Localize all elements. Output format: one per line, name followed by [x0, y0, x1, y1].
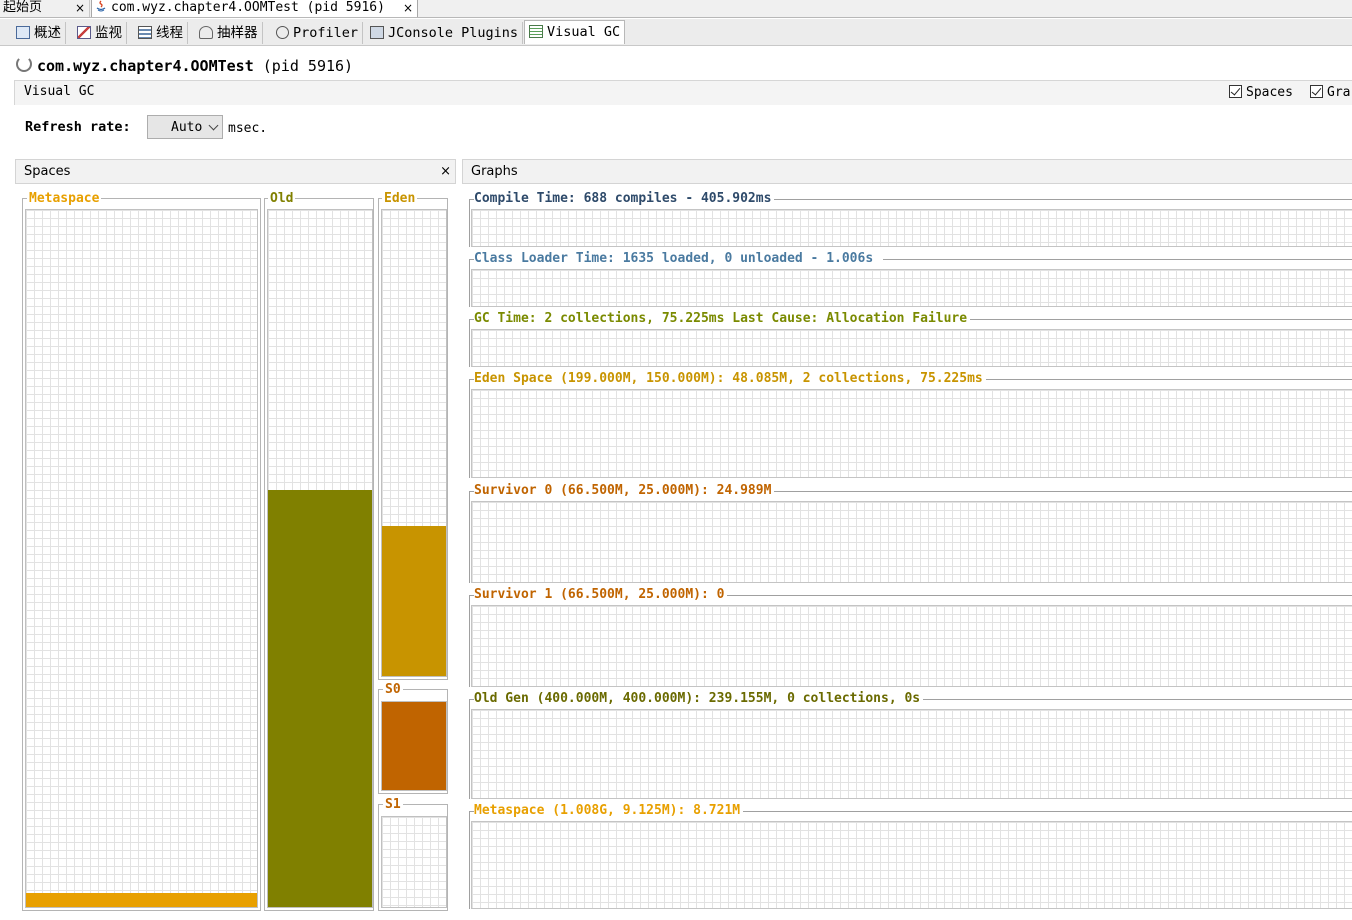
eden-space	[378, 198, 448, 680]
survivor0-graph	[471, 501, 1352, 583]
tab-threads-label: 线程	[156, 25, 183, 41]
tab-start-page-label: 起始页	[3, 0, 43, 15]
refresh-rate-value: Auto	[171, 120, 203, 135]
tab-profiler[interactable]: Profiler	[272, 22, 364, 44]
graphs-checkbox-label: Gra	[1327, 85, 1351, 100]
tab-sampler-label: 抽样器	[217, 25, 258, 41]
loading-spinner-icon	[16, 56, 32, 72]
checkbox-checked-icon[interactable]	[1310, 85, 1323, 98]
survivor0-graph-border	[469, 491, 470, 583]
tab-start-page[interactable]: 起始页 ×	[0, 0, 90, 17]
app-name: com.wyz.chapter4.OOMTest	[37, 57, 254, 75]
page-title: com.wyz.chapter4.OOMTest (pid 5916)	[16, 55, 353, 77]
chevron-down-icon	[208, 120, 219, 131]
tab-visual-gc-label: Visual GC	[547, 24, 621, 40]
graphs-checkbox[interactable]: Gra	[1310, 84, 1350, 102]
tab-threads[interactable]: 线程	[134, 22, 188, 44]
threads-icon	[138, 26, 152, 39]
visual-gc-header: Visual GC Spaces Gra	[14, 80, 1352, 105]
survivor1-graph	[471, 605, 1352, 687]
metaspace-label: Metaspace	[27, 191, 102, 206]
tab-overview[interactable]: 概述	[12, 22, 66, 44]
profiler-icon	[276, 26, 289, 39]
classloader-graph	[471, 269, 1352, 307]
metaspace-graph	[471, 821, 1352, 909]
oldgen-graph-title: Old Gen (400.000M, 400.000M): 239.155M, …	[474, 692, 924, 706]
refresh-rate-label: Refresh rate:	[25, 119, 131, 135]
oldgen-graph	[471, 709, 1352, 799]
eden-graph	[471, 389, 1352, 478]
gc-graph-title: GC Time: 2 collections, 75.225ms Last Ca…	[474, 312, 971, 326]
metaspace-graph-title: Metaspace (1.008G, 9.125M): 8.721M	[474, 804, 744, 818]
java-icon	[96, 0, 106, 12]
metaspace-space	[22, 198, 261, 911]
visual-gc-label: Visual GC	[24, 84, 95, 99]
metaspace-fill	[26, 893, 257, 907]
old-space	[264, 198, 374, 911]
tab-profiler-label: Profiler	[293, 25, 359, 41]
tab-monitor-label: 监视	[95, 25, 122, 41]
close-icon[interactable]: ×	[403, 0, 413, 16]
classloader-graph-border	[469, 259, 470, 307]
visual-gc-icon	[529, 25, 543, 38]
tab-application-label: com.wyz.chapter4.OOMTest (pid 5916)	[111, 0, 385, 15]
eden-graph-title: Eden Space (199.000M, 150.000M): 48.085M…	[474, 372, 986, 386]
overview-icon	[16, 26, 30, 39]
tab-visual-gc[interactable]: Visual GC	[524, 20, 626, 44]
s0-bar	[381, 701, 447, 791]
s1-bar	[381, 816, 447, 908]
eden-label: Eden	[382, 191, 418, 206]
spaces-checkbox-label: Spaces	[1246, 85, 1293, 100]
compile-graph-border	[469, 199, 470, 247]
old-label: Old	[268, 191, 296, 206]
s0-label: S0	[383, 682, 403, 697]
tab-overview-label: 概述	[34, 25, 61, 41]
tab-application[interactable]: com.wyz.chapter4.OOMTest (pid 5916) ×	[91, 0, 418, 17]
survivor1-graph-border	[469, 595, 470, 687]
monitor-icon	[77, 26, 91, 39]
tab-sampler[interactable]: 抽样器	[195, 22, 263, 44]
oldgen-graph-border	[469, 699, 470, 799]
close-icon[interactable]: ×	[440, 160, 451, 184]
tab-jconsole-plugins[interactable]: JConsole Plugins	[366, 22, 524, 44]
eden-bar	[381, 209, 447, 677]
s0-space	[378, 689, 448, 794]
metaspace-graph-border	[469, 811, 470, 909]
survivor1-graph-title: Survivor 1 (66.500M, 25.000M): 0	[474, 588, 728, 602]
s1-label: S1	[383, 797, 403, 812]
tab-jconsole-plugins-label: JConsole Plugins	[388, 25, 519, 41]
tab-monitor[interactable]: 监视	[73, 22, 127, 44]
refresh-rate-select[interactable]: Auto	[147, 115, 223, 139]
s0-fill	[382, 702, 446, 790]
jconsole-icon	[370, 26, 384, 39]
spaces-panel-header: Spaces ×	[15, 159, 456, 184]
gc-graph-border	[469, 319, 470, 367]
checkbox-checked-icon[interactable]	[1229, 85, 1242, 98]
view-tab-bar: 概述 监视 线程 抽样器 Profiler JConsole Plugins V…	[0, 19, 1352, 46]
gc-graph	[471, 329, 1352, 367]
document-tab-bar: 起始页 × com.wyz.chapter4.OOMTest (pid 5916…	[0, 0, 1352, 18]
sampler-icon	[199, 26, 213, 39]
close-icon[interactable]: ×	[75, 0, 85, 16]
spaces-panel-title: Spaces	[24, 164, 71, 179]
classloader-graph-title: Class Loader Time: 1635 loaded, 0 unload…	[474, 252, 884, 266]
s1-space	[378, 804, 448, 911]
survivor0-graph-title: Survivor 0 (66.500M, 25.000M): 24.989M	[474, 484, 775, 498]
old-fill	[268, 490, 372, 907]
eden-graph-border	[469, 379, 470, 478]
spaces-checkbox[interactable]: Spaces	[1229, 84, 1293, 102]
graphs-panel-header: Graphs	[462, 159, 1352, 184]
compile-graph	[471, 209, 1352, 247]
compile-graph-title: Compile Time: 688 compiles - 405.902ms	[474, 192, 775, 206]
refresh-rate-unit: msec.	[228, 121, 268, 136]
metaspace-bar	[25, 209, 258, 908]
app-pid: (pid 5916)	[262, 57, 354, 75]
eden-fill	[382, 525, 446, 676]
graphs-panel-title: Graphs	[471, 164, 518, 179]
old-bar	[267, 209, 373, 908]
